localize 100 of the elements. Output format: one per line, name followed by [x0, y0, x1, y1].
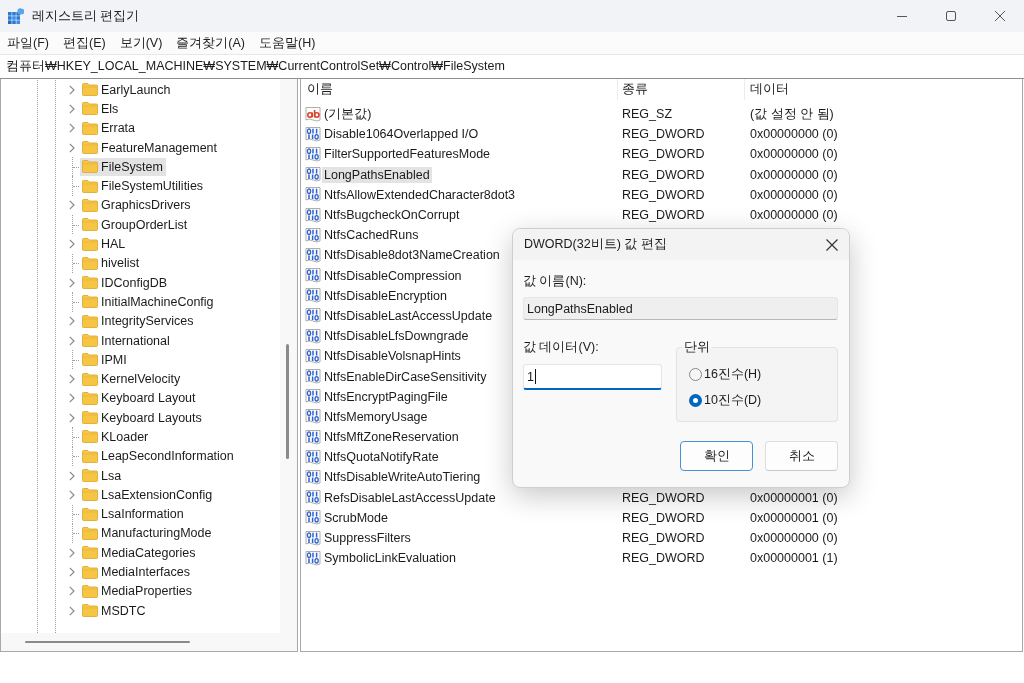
chevron-right-icon[interactable]: [69, 142, 75, 153]
value-name[interactable]: NtfsBugcheckOnCorrupt: [322, 207, 462, 224]
column-header[interactable]: 종류: [618, 79, 745, 100]
menu-item[interactable]: 도움말(H): [255, 32, 320, 54]
value-name[interactable]: NtfsDisableCompression: [322, 267, 464, 284]
menu-item[interactable]: 파일(F): [3, 32, 53, 54]
menu-item[interactable]: 보기(V): [115, 32, 167, 54]
value-type: REG_DWORD: [622, 510, 705, 525]
value-name[interactable]: (기본값): [322, 104, 374, 124]
tree-item[interactable]: GroupOrderList: [80, 215, 191, 234]
value-type: REG_DWORD: [622, 551, 705, 566]
dialog-button[interactable]: 확인: [680, 441, 753, 471]
value-name[interactable]: NtfsMftZoneReservation: [322, 429, 461, 446]
value-data-input[interactable]: 1: [523, 364, 662, 390]
tree-item[interactable]: LeapSecondInformation: [80, 447, 237, 466]
chevron-right-icon[interactable]: [69, 393, 75, 404]
tree-item[interactable]: FileSystem: [80, 157, 166, 176]
tree-item[interactable]: MSDTC: [80, 601, 149, 620]
menu-item[interactable]: 즐겨찾기(A): [172, 32, 249, 54]
chevron-right-icon[interactable]: [69, 123, 75, 134]
tree-item[interactable]: Errata: [80, 119, 139, 138]
tree-item[interactable]: Lsa: [80, 466, 125, 485]
chevron-right-icon[interactable]: [69, 335, 75, 346]
scrollbar-thumb[interactable]: [25, 641, 190, 643]
value-type: REG_DWORD: [622, 147, 705, 162]
tree-item[interactable]: InitialMachineConfig: [80, 292, 217, 311]
column-header[interactable]: 이름: [301, 79, 618, 100]
chevron-right-icon[interactable]: [69, 567, 75, 578]
value-name[interactable]: NtfsCachedRuns: [322, 227, 421, 244]
tree-item[interactable]: IntegrityServices: [80, 312, 197, 331]
value-name[interactable]: NtfsDisableLastAccessUpdate: [322, 307, 495, 324]
chevron-right-icon[interactable]: [69, 374, 75, 385]
tree-item[interactable]: MediaCategories: [80, 543, 199, 562]
value-name[interactable]: NtfsMemoryUsage: [322, 408, 430, 425]
tree-item[interactable]: IDConfigDB: [80, 273, 170, 292]
value-name[interactable]: NtfsDisableWriteAutoTiering: [322, 469, 483, 486]
value-name[interactable]: NtfsEnableDirCaseSensitivity: [322, 368, 489, 385]
value-name[interactable]: NtfsAllowExtendedCharacter8dot3: [322, 186, 518, 203]
radio-button[interactable]: 16진수(H): [689, 361, 827, 387]
value-name[interactable]: Disable1064Overlapped I/O: [322, 126, 481, 143]
value-name[interactable]: NtfsEncryptPagingFile: [322, 388, 450, 405]
value-name[interactable]: LongPathsEnabled: [322, 166, 432, 183]
value-name[interactable]: NtfsQuotaNotifyRate: [322, 449, 441, 466]
chevron-right-icon[interactable]: [69, 547, 75, 558]
value-type: REG_DWORD: [622, 127, 705, 142]
chevron-right-icon[interactable]: [69, 84, 75, 95]
tree-item[interactable]: hivelist: [80, 254, 143, 273]
binary-value-icon: [305, 469, 321, 485]
scrollbar-thumb[interactable]: [286, 344, 289, 459]
tree-item[interactable]: HAL: [80, 235, 129, 253]
tree-item[interactable]: Keyboard Layouts: [80, 408, 205, 427]
tree-item[interactable]: KernelVelocity: [80, 370, 184, 389]
menu-item[interactable]: 편집(E): [58, 32, 110, 54]
value-name[interactable]: FilterSupportedFeaturesMode: [322, 146, 493, 163]
chevron-right-icon[interactable]: [69, 605, 75, 616]
tree-item[interactable]: IPMI: [80, 350, 130, 369]
minimize-icon: [896, 15, 907, 17]
maximize-icon: [945, 11, 956, 21]
value-data: 0x00000000 (0): [750, 147, 838, 162]
value-name[interactable]: NtfsDisableLfsDowngrade: [322, 328, 471, 345]
dialog-button[interactable]: 취소: [765, 441, 838, 471]
value-name[interactable]: NtfsDisableEncryption: [322, 287, 449, 304]
value-type: REG_DWORD: [622, 167, 705, 182]
value-data: 0x00000001 (0): [750, 510, 838, 525]
chevron-right-icon[interactable]: [69, 412, 75, 423]
tree-item[interactable]: KLoader: [80, 428, 152, 446]
value-name[interactable]: RefsDisableLastAccessUpdate: [322, 489, 498, 506]
value-name-field[interactable]: LongPathsEnabled: [523, 297, 838, 320]
tree-item[interactable]: ManufacturingMode: [80, 524, 215, 543]
binary-value-icon: [305, 510, 321, 526]
value-name[interactable]: SuppressFilters: [322, 530, 413, 547]
tree-item[interactable]: MediaProperties: [80, 582, 195, 601]
tree-item[interactable]: Keyboard Layout: [80, 389, 199, 408]
tree-item[interactable]: Els: [80, 99, 122, 118]
chevron-right-icon[interactable]: [69, 489, 75, 500]
tree-item[interactable]: FeatureManagement: [80, 138, 221, 157]
tree-item[interactable]: LsaExtensionConfig: [80, 485, 216, 504]
value-name[interactable]: SymbolicLinkEvaluation: [322, 550, 458, 567]
chevron-right-icon[interactable]: [69, 586, 75, 597]
value-name[interactable]: NtfsDisableVolsnapHints: [322, 348, 463, 365]
chevron-right-icon[interactable]: [69, 277, 75, 288]
tree-item[interactable]: International: [80, 331, 173, 350]
tree-item[interactable]: LsaInformation: [80, 505, 187, 524]
binary-value-icon: [305, 227, 321, 243]
tree-item[interactable]: MediaInterfaces: [80, 563, 193, 582]
chevron-right-icon[interactable]: [69, 470, 75, 481]
chevron-right-icon[interactable]: [69, 316, 75, 327]
tree-item[interactable]: EarlyLaunch: [80, 80, 174, 99]
binary-value-icon: [305, 369, 321, 385]
tree-item[interactable]: GraphicsDrivers: [80, 196, 194, 215]
value-data: 0x00000000 (0): [750, 208, 838, 223]
tree-item[interactable]: FileSystemUtilities: [80, 177, 207, 196]
value-name[interactable]: ScrubMode: [322, 509, 390, 526]
column-header[interactable]: 데이터: [745, 79, 1022, 100]
chevron-right-icon[interactable]: [69, 200, 75, 211]
chevron-right-icon[interactable]: [69, 103, 75, 114]
folder-icon: [82, 372, 98, 386]
radio-button[interactable]: 10진수(D): [689, 387, 827, 413]
value-name[interactable]: NtfsDisable8dot3NameCreation: [322, 247, 502, 264]
chevron-right-icon[interactable]: [69, 239, 75, 249]
